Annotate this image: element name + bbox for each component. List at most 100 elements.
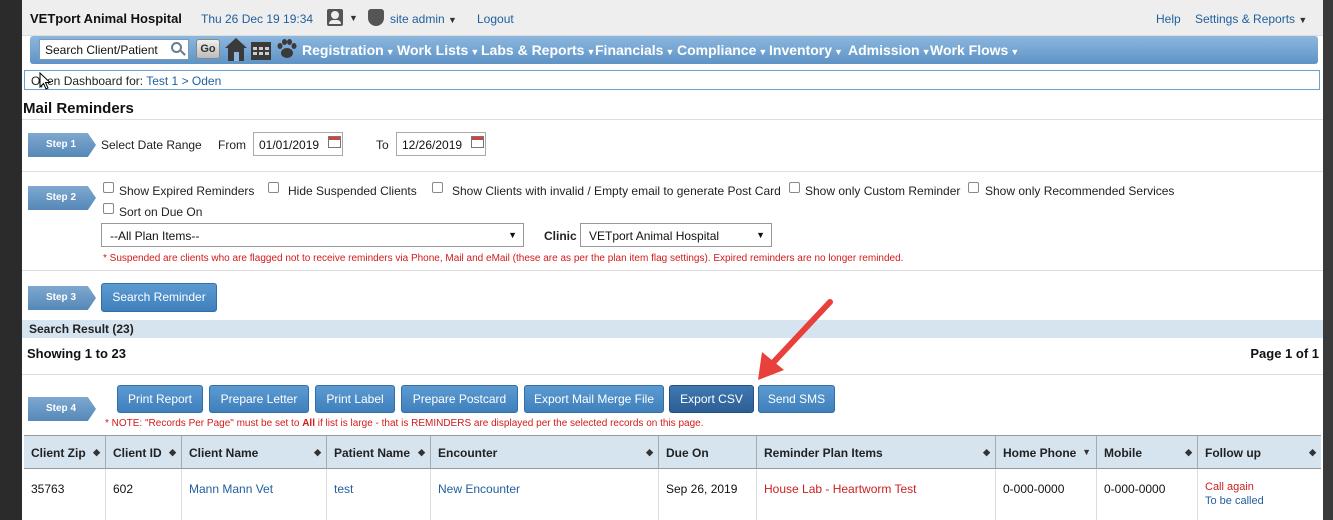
col-mobile[interactable]: Mobile ◆ [1097, 436, 1198, 470]
nav-inventory[interactable]: Inventory ▼ [769, 42, 843, 58]
cell-mobile: 0-000-0000 [1097, 469, 1198, 520]
from-calendar-icon[interactable] [328, 136, 341, 148]
home-icon[interactable] [224, 37, 248, 62]
hide-suspended-checkbox[interactable] [268, 182, 279, 193]
custom-reminder-label: Show only Custom Reminder [805, 184, 961, 198]
cell-home-phone: 0-000-0000 [996, 469, 1097, 520]
cell-encounter: New Encounter [431, 469, 659, 520]
col-home-phone[interactable]: Home Phone ▼ [996, 436, 1097, 470]
col-patient-name[interactable]: Patient Name ◆ [327, 436, 431, 470]
user-menu-caret[interactable]: ▼ [349, 13, 358, 23]
col-due-on[interactable]: Due On [659, 436, 757, 470]
chevron-down-icon: ▼ [756, 230, 765, 240]
col-client-id[interactable]: Client ID ◆ [106, 436, 182, 470]
sort-icon[interactable]: ◆ [1309, 447, 1316, 458]
page: VETport Animal Hospital Thu 26 Dec 19 19… [22, 0, 1323, 520]
to-label: To [376, 138, 389, 152]
nav-work-flows[interactable]: Work Flows ▼ [930, 42, 1019, 58]
paw-icon[interactable] [276, 38, 298, 60]
step-1-badge: Step 1 [28, 133, 96, 157]
sort-icon[interactable]: ◆ [418, 447, 425, 458]
prepare-letter-button[interactable]: Prepare Letter [209, 385, 309, 413]
col-label: Home Phone [1003, 446, 1077, 460]
print-report-button[interactable]: Print Report [117, 385, 203, 413]
table-row[interactable]: 35763 602 Mann Mann Vet test New Encount… [24, 469, 1321, 520]
clinic-select[interactable]: VETport Animal Hospital ▼ [580, 223, 772, 247]
invalid-email-label: Show Clients with invalid / Empty email … [452, 184, 781, 198]
col-follow-up[interactable]: Follow up ◆ [1198, 436, 1321, 470]
custom-reminder-checkbox[interactable] [789, 182, 800, 193]
col-encounter[interactable]: Encounter ◆ [431, 436, 659, 470]
user-icon[interactable] [327, 9, 343, 26]
left-window-edge [0, 0, 22, 520]
col-label: Mobile [1104, 446, 1142, 460]
hide-suspended-label: Hide Suspended Clients [288, 184, 417, 198]
col-reminder-plan-items[interactable]: Reminder Plan Items ◆ [757, 436, 996, 470]
nav-label: Work Lists [397, 42, 469, 58]
hospital-name: VETport Animal Hospital [30, 11, 182, 26]
records-per-page-note: * NOTE: "Records Per Page" must be set t… [105, 418, 703, 429]
col-client-zip[interactable]: Client Zip ◆ [24, 436, 106, 470]
col-label: Reminder Plan Items [764, 446, 883, 460]
sort-due-on-checkbox[interactable] [103, 203, 114, 214]
nav-label: Inventory [769, 42, 833, 58]
patient-link[interactable]: Oden [192, 74, 221, 88]
nav-financials[interactable]: Financials ▼ [595, 42, 674, 58]
search-icon[interactable] [171, 42, 182, 53]
sort-icon[interactable]: ◆ [983, 447, 990, 458]
calendar-icon[interactable] [250, 39, 272, 61]
search-input[interactable]: Search Client/Patient [39, 39, 189, 60]
cell-due-on: Sep 26, 2019 [659, 469, 757, 520]
search-reminder-button[interactable]: Search Reminder [101, 283, 217, 312]
invalid-email-checkbox[interactable] [432, 182, 443, 193]
nav-label: Admission [848, 42, 920, 58]
nav-labs-reports[interactable]: Labs & Reports ▼ [481, 42, 595, 58]
client-link[interactable]: Test 1 [146, 74, 178, 88]
sort-desc-icon[interactable]: ▼ [1082, 447, 1091, 457]
encounter-link[interactable]: New Encounter [438, 482, 520, 496]
sort-icon[interactable]: ◆ [169, 447, 176, 458]
settings-reports-menu[interactable]: Settings & Reports ▼ [1195, 12, 1307, 26]
cell-plan-item: House Lab - Heartworm Test [757, 469, 996, 520]
print-label-button[interactable]: Print Label [315, 385, 395, 413]
prepare-postcard-button[interactable]: Prepare Postcard [401, 385, 518, 413]
nav-compliance[interactable]: Compliance ▼ [677, 42, 767, 58]
followup-note[interactable]: To be called [1205, 494, 1314, 508]
go-button[interactable]: Go [196, 39, 220, 59]
settings-label: Settings & Reports [1195, 12, 1296, 26]
col-label: Encounter [438, 446, 498, 460]
show-expired-checkbox[interactable] [103, 182, 114, 193]
followup-status[interactable]: Call again [1205, 480, 1314, 494]
divider [22, 119, 1323, 120]
col-label: Client ID [113, 446, 162, 460]
send-sms-button[interactable]: Send SMS [758, 385, 835, 413]
plan-items-select[interactable]: --All Plan Items-- ▼ [101, 223, 524, 247]
patient-link[interactable]: test [334, 482, 353, 496]
sort-icon[interactable]: ◆ [93, 447, 100, 458]
breadcrumb-separator: > [181, 74, 189, 88]
sort-icon[interactable]: ◆ [1185, 447, 1192, 458]
user-menu[interactable]: site admin ▼ [390, 12, 457, 26]
plan-item-link[interactable]: House Lab - Heartworm Test [764, 482, 917, 496]
shield-icon [368, 9, 384, 26]
results-table-header: Client Zip ◆ Client ID ◆ Client Name ◆ Pati… [24, 435, 1321, 470]
export-mail-merge-button[interactable]: Export Mail Merge File [524, 385, 664, 413]
export-csv-button[interactable]: Export CSV [669, 385, 754, 413]
to-calendar-icon[interactable] [471, 136, 484, 148]
col-label: Patient Name [334, 446, 411, 460]
recommended-services-checkbox[interactable] [968, 182, 979, 193]
col-label: Client Zip [31, 446, 86, 460]
client-name-link[interactable]: Mann Mann Vet [189, 482, 273, 496]
sort-icon[interactable]: ◆ [314, 447, 321, 458]
nav-registration[interactable]: Registration ▼ [302, 42, 395, 58]
col-label: Follow up [1205, 446, 1261, 460]
nav-admission[interactable]: Admission ▼ [848, 42, 931, 58]
help-link[interactable]: Help [1156, 12, 1181, 26]
search-result-header: Search Result (23) [22, 320, 1323, 338]
sort-icon[interactable]: ◆ [646, 447, 653, 458]
col-client-name[interactable]: Client Name ◆ [182, 436, 327, 470]
nav-work-lists[interactable]: Work Lists ▼ [397, 42, 479, 58]
dashboard-breadcrumb: Open Dashboard for: Test 1 > Oden [24, 70, 1320, 90]
note-prefix: * NOTE: "Records Per Page" must be set t… [105, 418, 303, 429]
logout-link[interactable]: Logout [477, 12, 514, 26]
